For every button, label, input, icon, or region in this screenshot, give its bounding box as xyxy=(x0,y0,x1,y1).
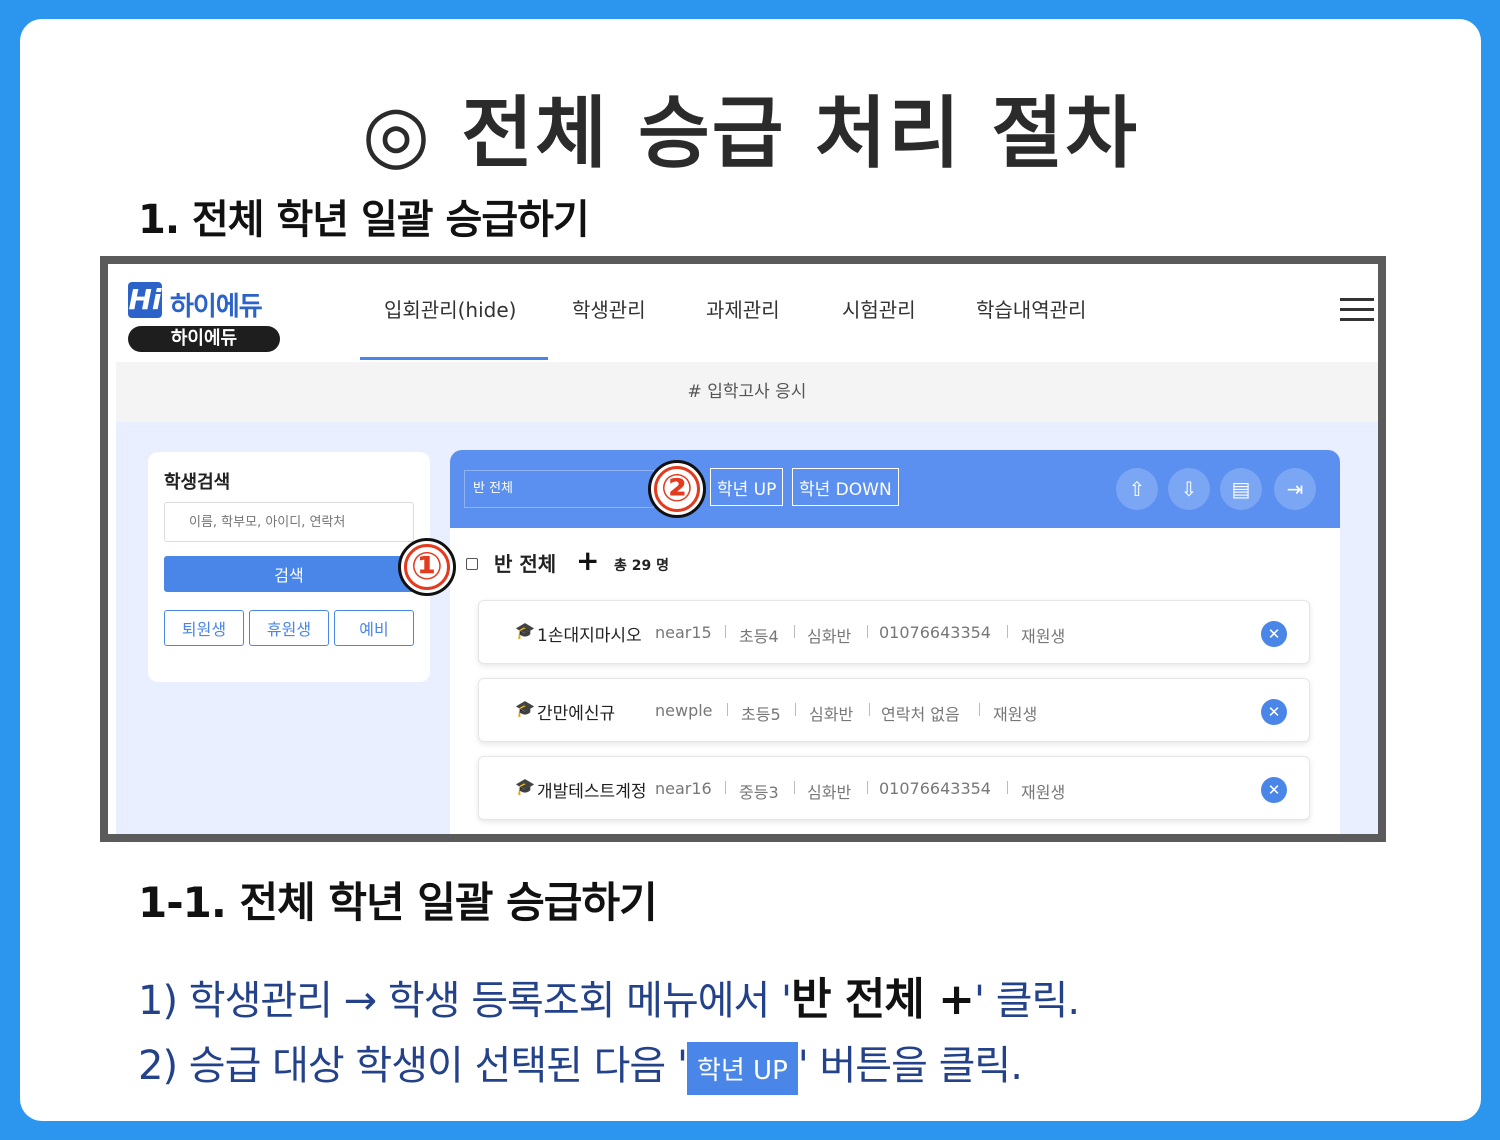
student-phone: 01076643354 xyxy=(879,623,991,642)
student-row[interactable]: 🎓 간만에신규 newple 초등5 심화반 연락처 없음 재원생 ✕ xyxy=(478,678,1310,742)
menu-icon[interactable] xyxy=(1340,298,1374,321)
separator xyxy=(979,703,980,716)
step-2: 2) 승급 대상 학생이 선택된 다음 ' 학년 UP ' 버튼을 클릭. xyxy=(138,1033,1023,1095)
grade-up-chip: 학년 UP xyxy=(686,1041,798,1095)
graduation-cap-icon: 🎓 xyxy=(515,699,535,718)
student-status: 재원생 xyxy=(1021,627,1066,646)
step-1-highlight: 반 전체 + xyxy=(791,974,975,1025)
logout-icon[interactable]: ⇥ xyxy=(1274,468,1316,510)
student-status: 재원생 xyxy=(993,705,1038,724)
main-content: 학생검색 검색 퇴원생 휴원생 예비 반 전체 학년 UP 학년 DOWN ⇧ … xyxy=(116,422,1378,834)
separator xyxy=(725,625,726,638)
separator xyxy=(1007,781,1008,794)
logo-subtitle: 하이에듀 xyxy=(128,326,280,352)
filter-prospective-button[interactable]: 예비 xyxy=(334,610,414,646)
student-phone: 연락처 없음 xyxy=(881,705,960,724)
student-class: 심화반 xyxy=(809,705,854,724)
remove-icon[interactable]: ✕ xyxy=(1261,699,1287,725)
logo[interactable]: Hi 하이에듀 하이에듀 xyxy=(124,282,284,352)
step-2-text-end: ' 버튼을 클릭. xyxy=(797,1043,1023,1089)
grade-up-button[interactable]: 학년 UP xyxy=(710,468,784,506)
student-phone: 01076643354 xyxy=(879,779,991,798)
select-all-checkbox[interactable] xyxy=(466,558,478,570)
step-marker-1: ① xyxy=(398,538,456,596)
nav-item-exams[interactable]: 시험관리 xyxy=(842,294,916,323)
upload-cloud-icon[interactable]: ⇧ xyxy=(1116,468,1158,510)
remove-icon[interactable]: ✕ xyxy=(1261,777,1287,803)
list-toolbar: 반 전체 학년 UP 학년 DOWN ⇧ ⇩ ▤ ⇥ xyxy=(450,450,1340,528)
graduation-cap-icon: 🎓 xyxy=(515,621,535,640)
step-1-text-end: ' 클릭. xyxy=(974,978,1080,1024)
page-title: ◎ 전체 승급 처리 절차 xyxy=(362,89,1139,179)
section-heading-2: 1-1. 전체 학년 일괄 승급하기 xyxy=(138,878,658,927)
student-id: near16 xyxy=(655,779,712,798)
separator xyxy=(794,781,795,794)
separator xyxy=(867,781,868,794)
expand-plus-icon[interactable]: + xyxy=(576,544,599,577)
student-class: 심화반 xyxy=(807,627,852,646)
search-title: 학생검색 xyxy=(164,472,231,493)
select-all-label[interactable]: 반 전체 xyxy=(494,548,556,577)
separator xyxy=(727,703,728,716)
separator xyxy=(867,625,868,638)
separator xyxy=(869,703,870,716)
step-marker-2: ② xyxy=(648,460,706,518)
student-id: near15 xyxy=(655,623,712,642)
student-name: 1손대지마시오 xyxy=(537,626,642,646)
student-row[interactable]: 🎓 개발테스트계정 near16 중등3 심화반 01076643354 재원생… xyxy=(478,756,1310,820)
nav-item-students[interactable]: 학생관리 xyxy=(572,294,646,323)
search-button[interactable]: 검색 xyxy=(164,556,414,592)
student-name: 간만에신규 xyxy=(537,704,616,724)
student-id: newple xyxy=(655,701,713,720)
step-2-text: 2) 승급 대상 학생이 선택된 다음 ' xyxy=(138,1043,688,1089)
student-grade: 초등5 xyxy=(741,705,781,724)
graduation-cap-icon: 🎓 xyxy=(515,777,535,796)
section-heading-1: 1. 전체 학년 일괄 승급하기 xyxy=(138,197,590,243)
search-input[interactable] xyxy=(164,502,414,542)
app-screenshot: Hi 하이에듀 하이에듀 입회관리(hide) 학생관리 과제관리 시험관리 학… xyxy=(100,256,1386,842)
filter-withdrawn-button[interactable]: 퇴원생 xyxy=(164,610,244,646)
student-search-panel: 학생검색 검색 퇴원생 휴원생 예비 xyxy=(148,452,430,682)
separator xyxy=(795,703,796,716)
separator xyxy=(1007,625,1008,638)
step-1-text: 1) 학생관리 → 학생 등록조회 메뉴에서 ' xyxy=(138,978,792,1024)
student-status: 재원생 xyxy=(1021,783,1066,802)
sub-menu-bar[interactable]: # 입학고사 응시 xyxy=(116,362,1378,422)
nav-item-admission[interactable]: 입회관리(hide) xyxy=(384,294,516,323)
nav-item-assignments[interactable]: 과제관리 xyxy=(706,294,780,323)
separator xyxy=(794,625,795,638)
logo-mark: Hi xyxy=(128,282,162,318)
student-name: 개발테스트계정 xyxy=(537,782,647,802)
student-class: 심화반 xyxy=(807,783,852,802)
separator xyxy=(725,781,726,794)
grade-down-button[interactable]: 학년 DOWN xyxy=(792,468,899,506)
presentation-icon[interactable]: ▤ xyxy=(1220,468,1262,510)
content-card: ◎ 전체 승급 처리 절차 1. 전체 학년 일괄 승급하기 Hi 하이에듀 하… xyxy=(20,19,1481,1121)
student-grade: 초등4 xyxy=(739,627,779,646)
total-count: 총 29 명 xyxy=(614,558,669,574)
remove-icon[interactable]: ✕ xyxy=(1261,621,1287,647)
student-row[interactable]: 🎓 1손대지마시오 near15 초등4 심화반 01076643354 재원생… xyxy=(478,600,1310,664)
step-1: 1) 학생관리 → 학생 등록조회 메뉴에서 '반 전체 +' 클릭. xyxy=(138,963,1080,1027)
logo-name: 하이에듀 xyxy=(170,292,263,322)
student-list-panel: 반 전체 학년 UP 학년 DOWN ⇧ ⇩ ▤ ⇥ 반 전체 + 총 29 명 xyxy=(450,450,1340,834)
class-select[interactable]: 반 전체 xyxy=(464,470,654,508)
filter-on-leave-button[interactable]: 휴원생 xyxy=(249,610,329,646)
nav-item-learning-history[interactable]: 학습내역관리 xyxy=(976,294,1086,323)
active-tab-indicator xyxy=(360,357,548,360)
download-cloud-icon[interactable]: ⇩ xyxy=(1168,468,1210,510)
student-grade: 중등3 xyxy=(739,783,779,802)
